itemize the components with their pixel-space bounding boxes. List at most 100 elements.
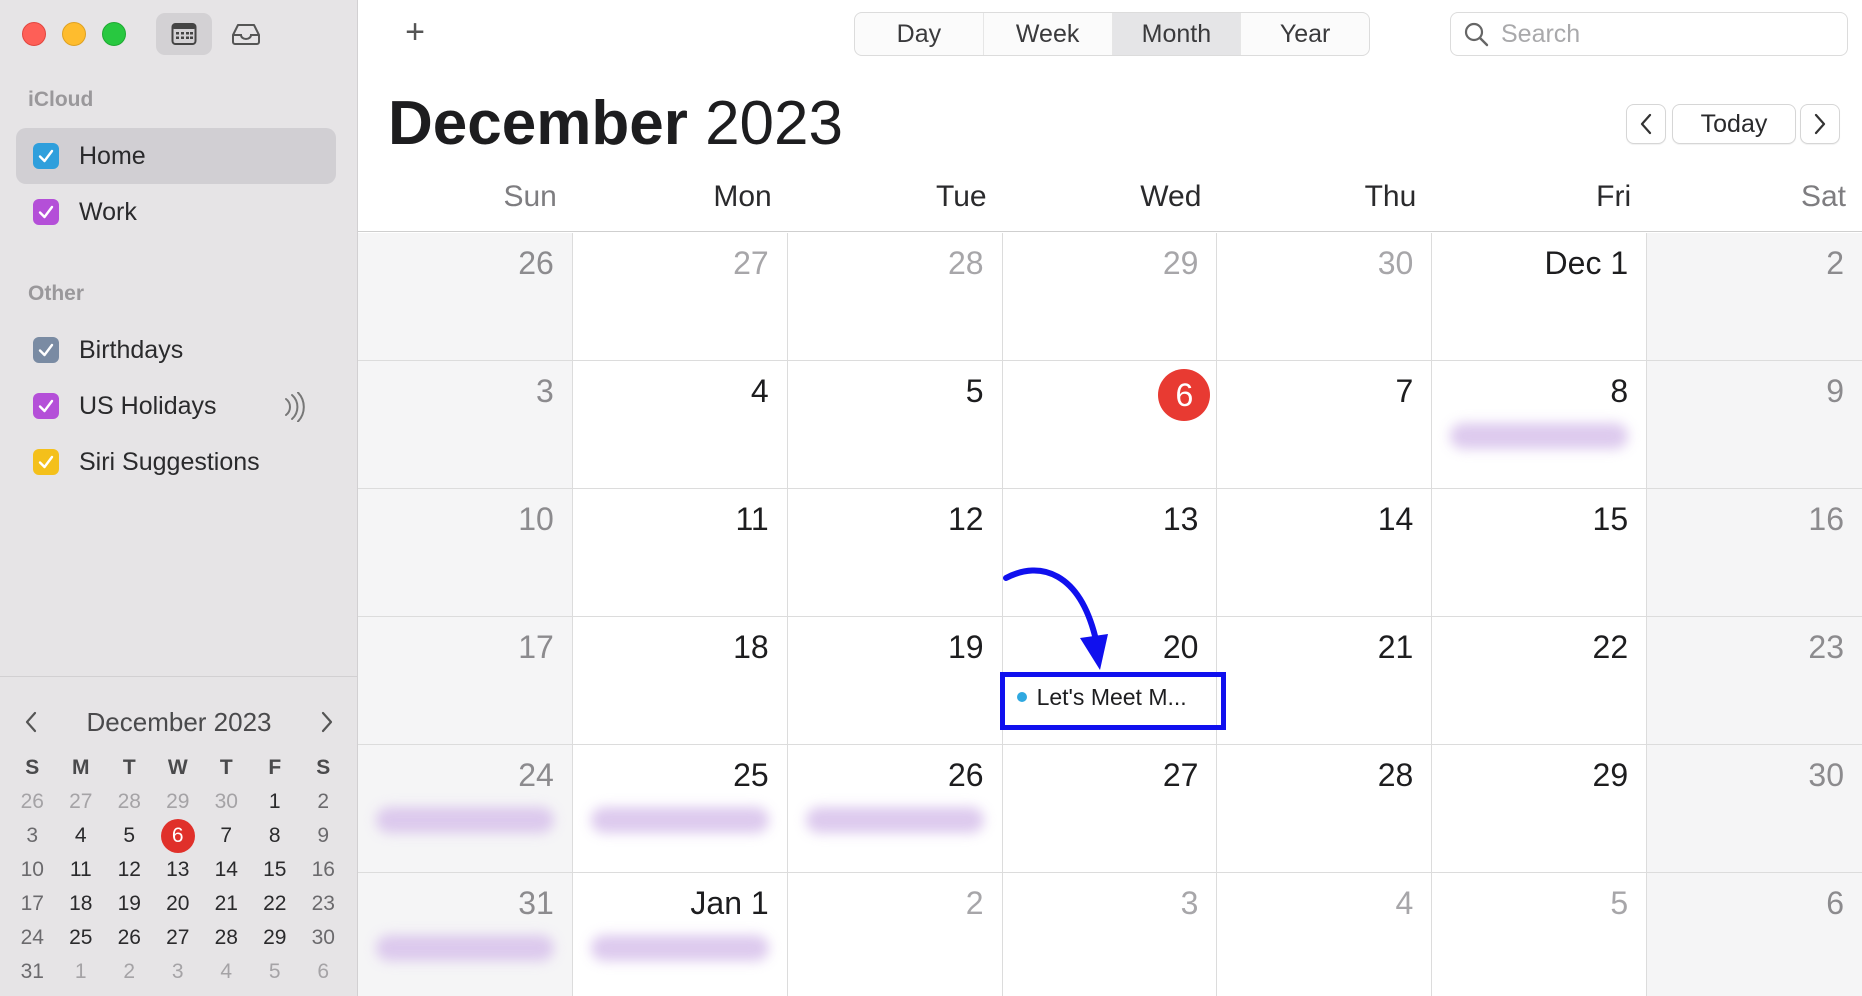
sidebar-item-siri-suggestions[interactable]: Siri Suggestions bbox=[16, 434, 336, 490]
mini-day[interactable]: 26 bbox=[105, 921, 154, 955]
day-cell[interactable]: 22 bbox=[1432, 617, 1648, 745]
mini-day[interactable]: 27 bbox=[154, 921, 203, 955]
blurred-event[interactable] bbox=[376, 935, 554, 961]
mini-day[interactable]: 30 bbox=[202, 785, 251, 819]
day-cell[interactable]: 28 bbox=[787, 233, 1003, 361]
day-cell[interactable]: 3 bbox=[358, 361, 573, 489]
zoom-window-button[interactable] bbox=[102, 22, 126, 46]
day-cell[interactable]: 26 bbox=[358, 233, 573, 361]
day-cell[interactable]: 13 bbox=[1002, 489, 1218, 617]
mini-day[interactable]: 26 bbox=[8, 785, 57, 819]
sidebar-item-home[interactable]: Home bbox=[16, 128, 336, 184]
mini-day[interactable]: 3 bbox=[154, 955, 203, 989]
mini-day[interactable]: 27 bbox=[57, 785, 106, 819]
mini-day[interactable]: 28 bbox=[105, 785, 154, 819]
search-input[interactable] bbox=[1501, 19, 1821, 49]
blurred-event[interactable] bbox=[376, 807, 554, 833]
close-window-button[interactable] bbox=[22, 22, 46, 46]
day-cell[interactable]: Dec 1 bbox=[1432, 233, 1648, 361]
day-cell[interactable]: 29 bbox=[1432, 745, 1648, 873]
day-cell[interactable]: 5 bbox=[1432, 873, 1648, 996]
day-cell[interactable]: 7 bbox=[1217, 361, 1433, 489]
us-holidays-checkbox[interactable] bbox=[33, 393, 59, 419]
mini-day[interactable]: 4 bbox=[57, 819, 106, 853]
tab-year[interactable]: Year bbox=[1241, 13, 1369, 55]
calendar-event[interactable]: Let's Meet M... bbox=[1007, 677, 1213, 717]
mini-day[interactable]: 17 bbox=[8, 887, 57, 921]
mini-day[interactable]: 2 bbox=[105, 955, 154, 989]
mini-day[interactable]: 12 bbox=[105, 853, 154, 887]
day-cell[interactable]: 23 bbox=[1647, 617, 1862, 745]
birthdays-checkbox[interactable] bbox=[33, 337, 59, 363]
mini-day[interactable]: 29 bbox=[154, 785, 203, 819]
work-checkbox[interactable] bbox=[33, 199, 59, 225]
day-cell[interactable]: 17 bbox=[358, 617, 573, 745]
day-cell[interactable]: 25 bbox=[572, 745, 788, 873]
mini-day[interactable]: 13 bbox=[154, 853, 203, 887]
mini-day[interactable]: 11 bbox=[57, 853, 106, 887]
day-cell[interactable]: 20 Let's Meet M... bbox=[1002, 617, 1218, 745]
day-cell[interactable]: 11 bbox=[572, 489, 788, 617]
blurred-event[interactable] bbox=[1450, 423, 1629, 449]
day-cell[interactable]: 4 bbox=[1217, 873, 1433, 996]
day-cell[interactable]: 21 bbox=[1217, 617, 1433, 745]
day-cell[interactable]: 24 bbox=[358, 745, 573, 873]
mini-day[interactable]: 24 bbox=[8, 921, 57, 955]
day-cell[interactable]: 9 bbox=[1647, 361, 1862, 489]
mini-day[interactable]: 2 bbox=[299, 785, 348, 819]
mini-day[interactable]: 5 bbox=[105, 819, 154, 853]
blurred-event[interactable] bbox=[590, 807, 769, 833]
sidebar-item-birthdays[interactable]: Birthdays bbox=[16, 322, 336, 378]
mini-day[interactable]: 19 bbox=[105, 887, 154, 921]
day-cell[interactable]: 3 bbox=[1002, 873, 1218, 996]
day-cell[interactable]: 5 bbox=[787, 361, 1003, 489]
mini-day[interactable]: 1 bbox=[57, 955, 106, 989]
mini-day[interactable]: 4 bbox=[202, 955, 251, 989]
mini-day[interactable]: 9 bbox=[299, 819, 348, 853]
day-cell[interactable]: Jan 1 bbox=[572, 873, 788, 996]
mini-day[interactable]: 25 bbox=[57, 921, 106, 955]
mini-day[interactable]: 22 bbox=[251, 887, 300, 921]
sidebar-item-work[interactable]: Work bbox=[16, 184, 336, 240]
add-event-button[interactable]: + bbox=[395, 12, 435, 52]
day-cell[interactable]: 10 bbox=[358, 489, 573, 617]
mini-day[interactable]: 14 bbox=[202, 853, 251, 887]
mini-next-month-button[interactable] bbox=[312, 707, 342, 737]
day-cell[interactable]: 19 bbox=[787, 617, 1003, 745]
day-cell[interactable]: 27 bbox=[1002, 745, 1218, 873]
day-cell[interactable]: 15 bbox=[1432, 489, 1648, 617]
mini-day[interactable]: 6 bbox=[154, 819, 203, 853]
sidebar-item-us-holidays[interactable]: US Holidays bbox=[16, 378, 336, 434]
mini-day[interactable]: 6 bbox=[299, 955, 348, 989]
mini-day[interactable]: 8 bbox=[251, 819, 300, 853]
day-cell[interactable]: 28 bbox=[1217, 745, 1433, 873]
day-cell[interactable]: 29 bbox=[1002, 233, 1218, 361]
day-cell[interactable]: 26 bbox=[787, 745, 1003, 873]
mini-day[interactable]: 5 bbox=[251, 955, 300, 989]
day-cell[interactable]: 14 bbox=[1217, 489, 1433, 617]
day-cell[interactable]: 4 bbox=[572, 361, 788, 489]
inbox-button[interactable] bbox=[218, 13, 274, 55]
search-field[interactable] bbox=[1450, 12, 1848, 56]
mini-day[interactable]: 15 bbox=[251, 853, 300, 887]
day-cell[interactable]: 6 bbox=[1002, 361, 1218, 489]
day-cell[interactable]: 2 bbox=[1647, 233, 1862, 361]
next-month-button[interactable] bbox=[1800, 104, 1840, 144]
mini-day[interactable]: 10 bbox=[8, 853, 57, 887]
blurred-event[interactable] bbox=[805, 807, 984, 833]
mini-day[interactable]: 21 bbox=[202, 887, 251, 921]
calendar-list-toggle-button[interactable] bbox=[156, 13, 212, 55]
tab-week[interactable]: Week bbox=[984, 13, 1113, 55]
mini-day[interactable]: 16 bbox=[299, 853, 348, 887]
today-button[interactable]: Today bbox=[1672, 104, 1796, 144]
day-cell[interactable]: 12 bbox=[787, 489, 1003, 617]
day-cell[interactable]: 30 bbox=[1217, 233, 1433, 361]
minimize-window-button[interactable] bbox=[62, 22, 86, 46]
day-cell[interactable]: 31 bbox=[358, 873, 573, 996]
day-cell[interactable]: 8 bbox=[1432, 361, 1648, 489]
mini-day[interactable]: 7 bbox=[202, 819, 251, 853]
mini-day[interactable]: 29 bbox=[251, 921, 300, 955]
mini-day[interactable]: 30 bbox=[299, 921, 348, 955]
mini-day[interactable]: 20 bbox=[154, 887, 203, 921]
day-cell[interactable]: 30 bbox=[1647, 745, 1862, 873]
